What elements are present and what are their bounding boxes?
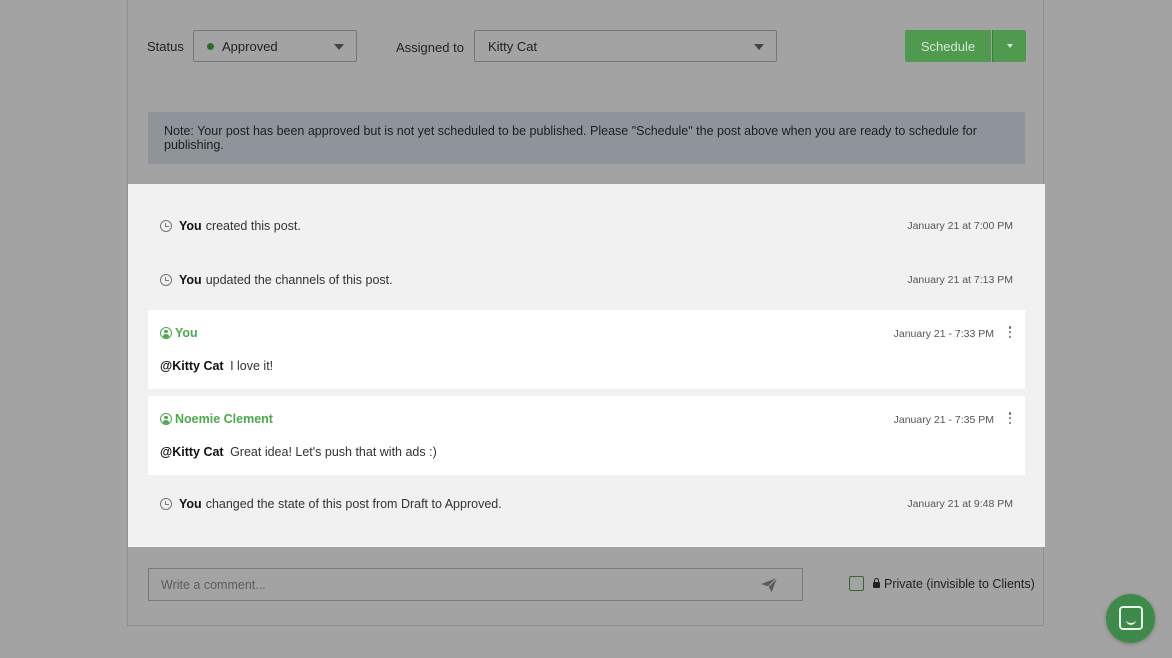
comment-placeholder: Write a comment... <box>161 577 266 592</box>
status-value: Approved <box>222 38 278 54</box>
more-vertical-icon[interactable] <box>1008 412 1012 424</box>
comment-mention[interactable]: @Kitty Cat <box>160 445 224 459</box>
comment-author: You <box>160 326 198 340</box>
comment-time: January 21 - 7:35 PM <box>893 414 994 426</box>
approval-note: Note: Your post has been approved but is… <box>148 112 1025 164</box>
more-vertical-icon[interactable] <box>1008 326 1012 338</box>
activity-time: January 21 at 9:48 PM <box>907 498 1013 510</box>
private-option[interactable]: Private (invisible to Clients) <box>873 577 1035 591</box>
clock-icon <box>160 498 172 510</box>
comment-text: I love it! <box>230 359 274 373</box>
chevron-down-icon <box>1007 44 1013 48</box>
approval-note-text: Note: Your post has been approved but is… <box>164 124 977 152</box>
activity-item: You changed the state of this post from … <box>160 494 1013 514</box>
schedule-options-button[interactable] <box>992 30 1026 62</box>
activity-actor: You <box>179 497 202 511</box>
comment-mention[interactable]: @Kitty Cat <box>160 359 224 373</box>
activity-actor: You <box>179 219 202 233</box>
activity-feed: You created this post. January 21 at 7:0… <box>128 184 1045 547</box>
private-checkbox[interactable] <box>849 576 864 591</box>
clock-icon <box>160 220 172 232</box>
chevron-down-icon <box>754 44 764 50</box>
clock-icon <box>160 274 172 286</box>
comment-input[interactable]: Write a comment... <box>148 568 803 601</box>
comment-author-name: You <box>175 326 198 340</box>
assignee-value: Kitty Cat <box>488 38 538 54</box>
user-icon <box>160 413 172 425</box>
user-icon <box>160 327 172 339</box>
comment-author: Noemie Clement <box>160 412 273 426</box>
status-dot-icon <box>207 42 214 50</box>
activity-text: changed the state of this post from Draf… <box>205 497 502 511</box>
comment-body: @Kitty Cat I love it! <box>160 359 273 373</box>
send-icon[interactable] <box>760 577 778 593</box>
activity-time: January 21 at 7:13 PM <box>907 274 1013 286</box>
activity-item: You updated the channels of this post. J… <box>160 270 1013 290</box>
assignee-select[interactable]: Kitty Cat <box>474 30 777 62</box>
chat-icon <box>1119 606 1143 630</box>
activity-text: updated the channels of this post. <box>205 273 393 287</box>
activity-time: January 21 at 7:00 PM <box>907 220 1013 232</box>
chevron-down-icon <box>334 44 344 50</box>
comment-author-name: Noemie Clement <box>175 412 273 426</box>
status-select[interactable]: Approved <box>193 30 357 62</box>
private-label: Private (invisible to Clients) <box>884 577 1035 591</box>
comment-card: Noemie Clement January 21 - 7:35 PM @Kit… <box>148 396 1025 475</box>
comment-body: @Kitty Cat Great idea! Let's push that w… <box>160 445 437 459</box>
activity-actor: You <box>179 273 202 287</box>
status-label: Status <box>147 39 184 54</box>
activity-text: created this post. <box>205 219 301 233</box>
activity-item: You created this post. January 21 at 7:0… <box>160 216 1013 236</box>
chat-launcher-button[interactable] <box>1106 594 1155 643</box>
post-review-panel: Status Approved Assigned to Kitty Cat Sc… <box>127 0 1045 626</box>
lock-icon <box>873 578 880 588</box>
comment-text: Great idea! Let's push that with ads :) <box>230 445 437 459</box>
comment-time: January 21 - 7:33 PM <box>893 328 994 340</box>
schedule-button[interactable]: Schedule <box>905 30 991 62</box>
comment-card: You January 21 - 7:33 PM @Kitty Cat I lo… <box>148 310 1025 389</box>
assigned-label: Assigned to <box>396 40 464 55</box>
